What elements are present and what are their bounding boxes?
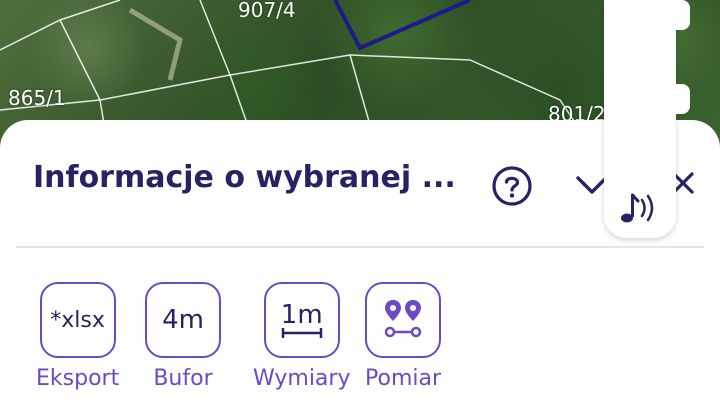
dimensions-button[interactable]: 1m: [263, 282, 340, 358]
parcel-label: 907/4: [238, 0, 296, 22]
tool-eksport[interactable]: *xlsx Eksport: [36, 282, 119, 391]
tool-label: Eksport: [36, 366, 120, 391]
help-circle-icon: [492, 166, 532, 206]
tool-label: Wymiary: [253, 366, 351, 391]
divider: [16, 246, 704, 248]
map-pins-route-icon: [384, 300, 422, 338]
buffer-icon: 4m: [162, 305, 204, 335]
side-panel-handle[interactable]: [676, 0, 690, 30]
panel-title: Informacje o wybranej ...: [33, 160, 456, 195]
measure-button[interactable]: [365, 282, 441, 358]
buffer-button[interactable]: 4m: [145, 282, 221, 358]
xlsx-icon: *xlsx: [50, 307, 105, 333]
side-floating-panel[interactable]: [604, 0, 676, 238]
dimensions-icon: 1m: [280, 300, 323, 330]
audio-description-button[interactable]: [614, 188, 666, 228]
export-xlsx-button[interactable]: *xlsx: [39, 282, 116, 358]
tool-pomiar[interactable]: Pomiar: [365, 282, 441, 391]
tool-bufor[interactable]: 4m Bufor: [145, 282, 221, 391]
side-panel-handle[interactable]: [676, 84, 690, 114]
tool-label: Bufor: [153, 366, 213, 391]
ruler-line-icon: [281, 328, 322, 338]
audio-description-icon: [621, 193, 654, 223]
tool-label: Pomiar: [365, 366, 442, 391]
parcel-label: 865/1: [8, 86, 66, 110]
help-button[interactable]: [490, 164, 534, 208]
tool-wymiary[interactable]: 1m Wymiary: [253, 282, 350, 391]
